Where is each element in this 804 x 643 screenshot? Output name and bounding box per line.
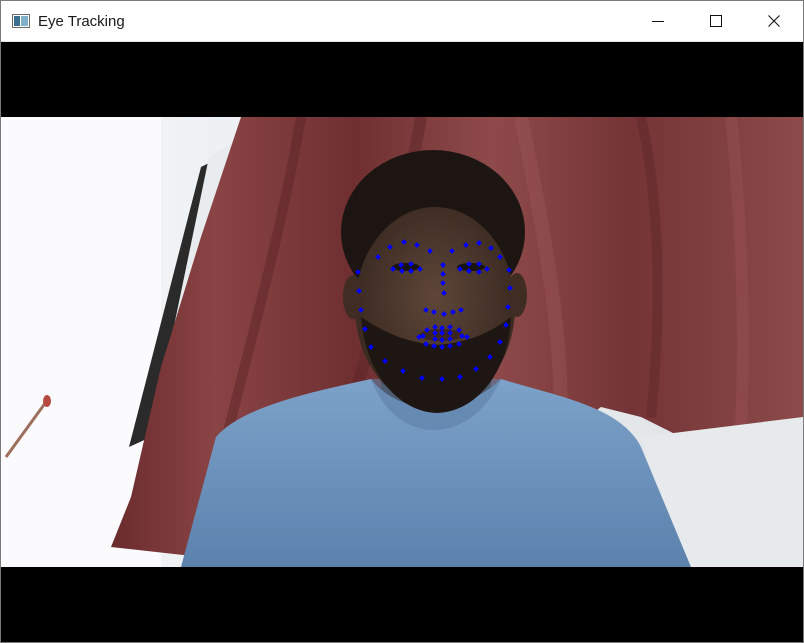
video-canvas xyxy=(1,42,803,642)
webcam-frame xyxy=(1,117,803,567)
minimize-icon xyxy=(652,21,664,22)
window-controls xyxy=(629,1,803,41)
app-window-icon xyxy=(12,14,30,28)
maximize-icon xyxy=(710,15,722,27)
maximize-button[interactable] xyxy=(687,1,745,41)
title-bar[interactable]: Eye Tracking xyxy=(1,1,803,42)
minimize-button[interactable] xyxy=(629,1,687,41)
close-button[interactable] xyxy=(745,1,803,41)
close-icon xyxy=(768,15,780,27)
eye-tracking-window: Eye Tracking xyxy=(0,0,804,643)
window-title: Eye Tracking xyxy=(38,12,125,30)
